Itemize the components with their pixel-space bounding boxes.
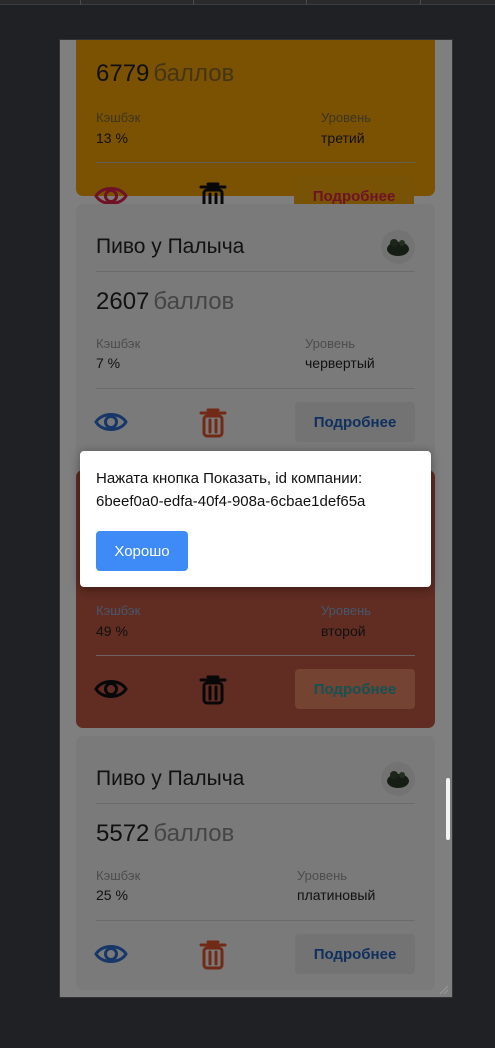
alert-message: Нажата кнопка Показать, id компании: 6be… — [96, 470, 366, 510]
browser-top-bar — [0, 0, 495, 5]
scrollbar-thumb[interactable] — [446, 778, 450, 840]
alert-dialog: Нажата кнопка Показать, id компании: 6be… — [80, 451, 431, 587]
ok-button[interactable]: Хорошо — [96, 531, 188, 571]
resize-handle[interactable] — [437, 982, 449, 995]
